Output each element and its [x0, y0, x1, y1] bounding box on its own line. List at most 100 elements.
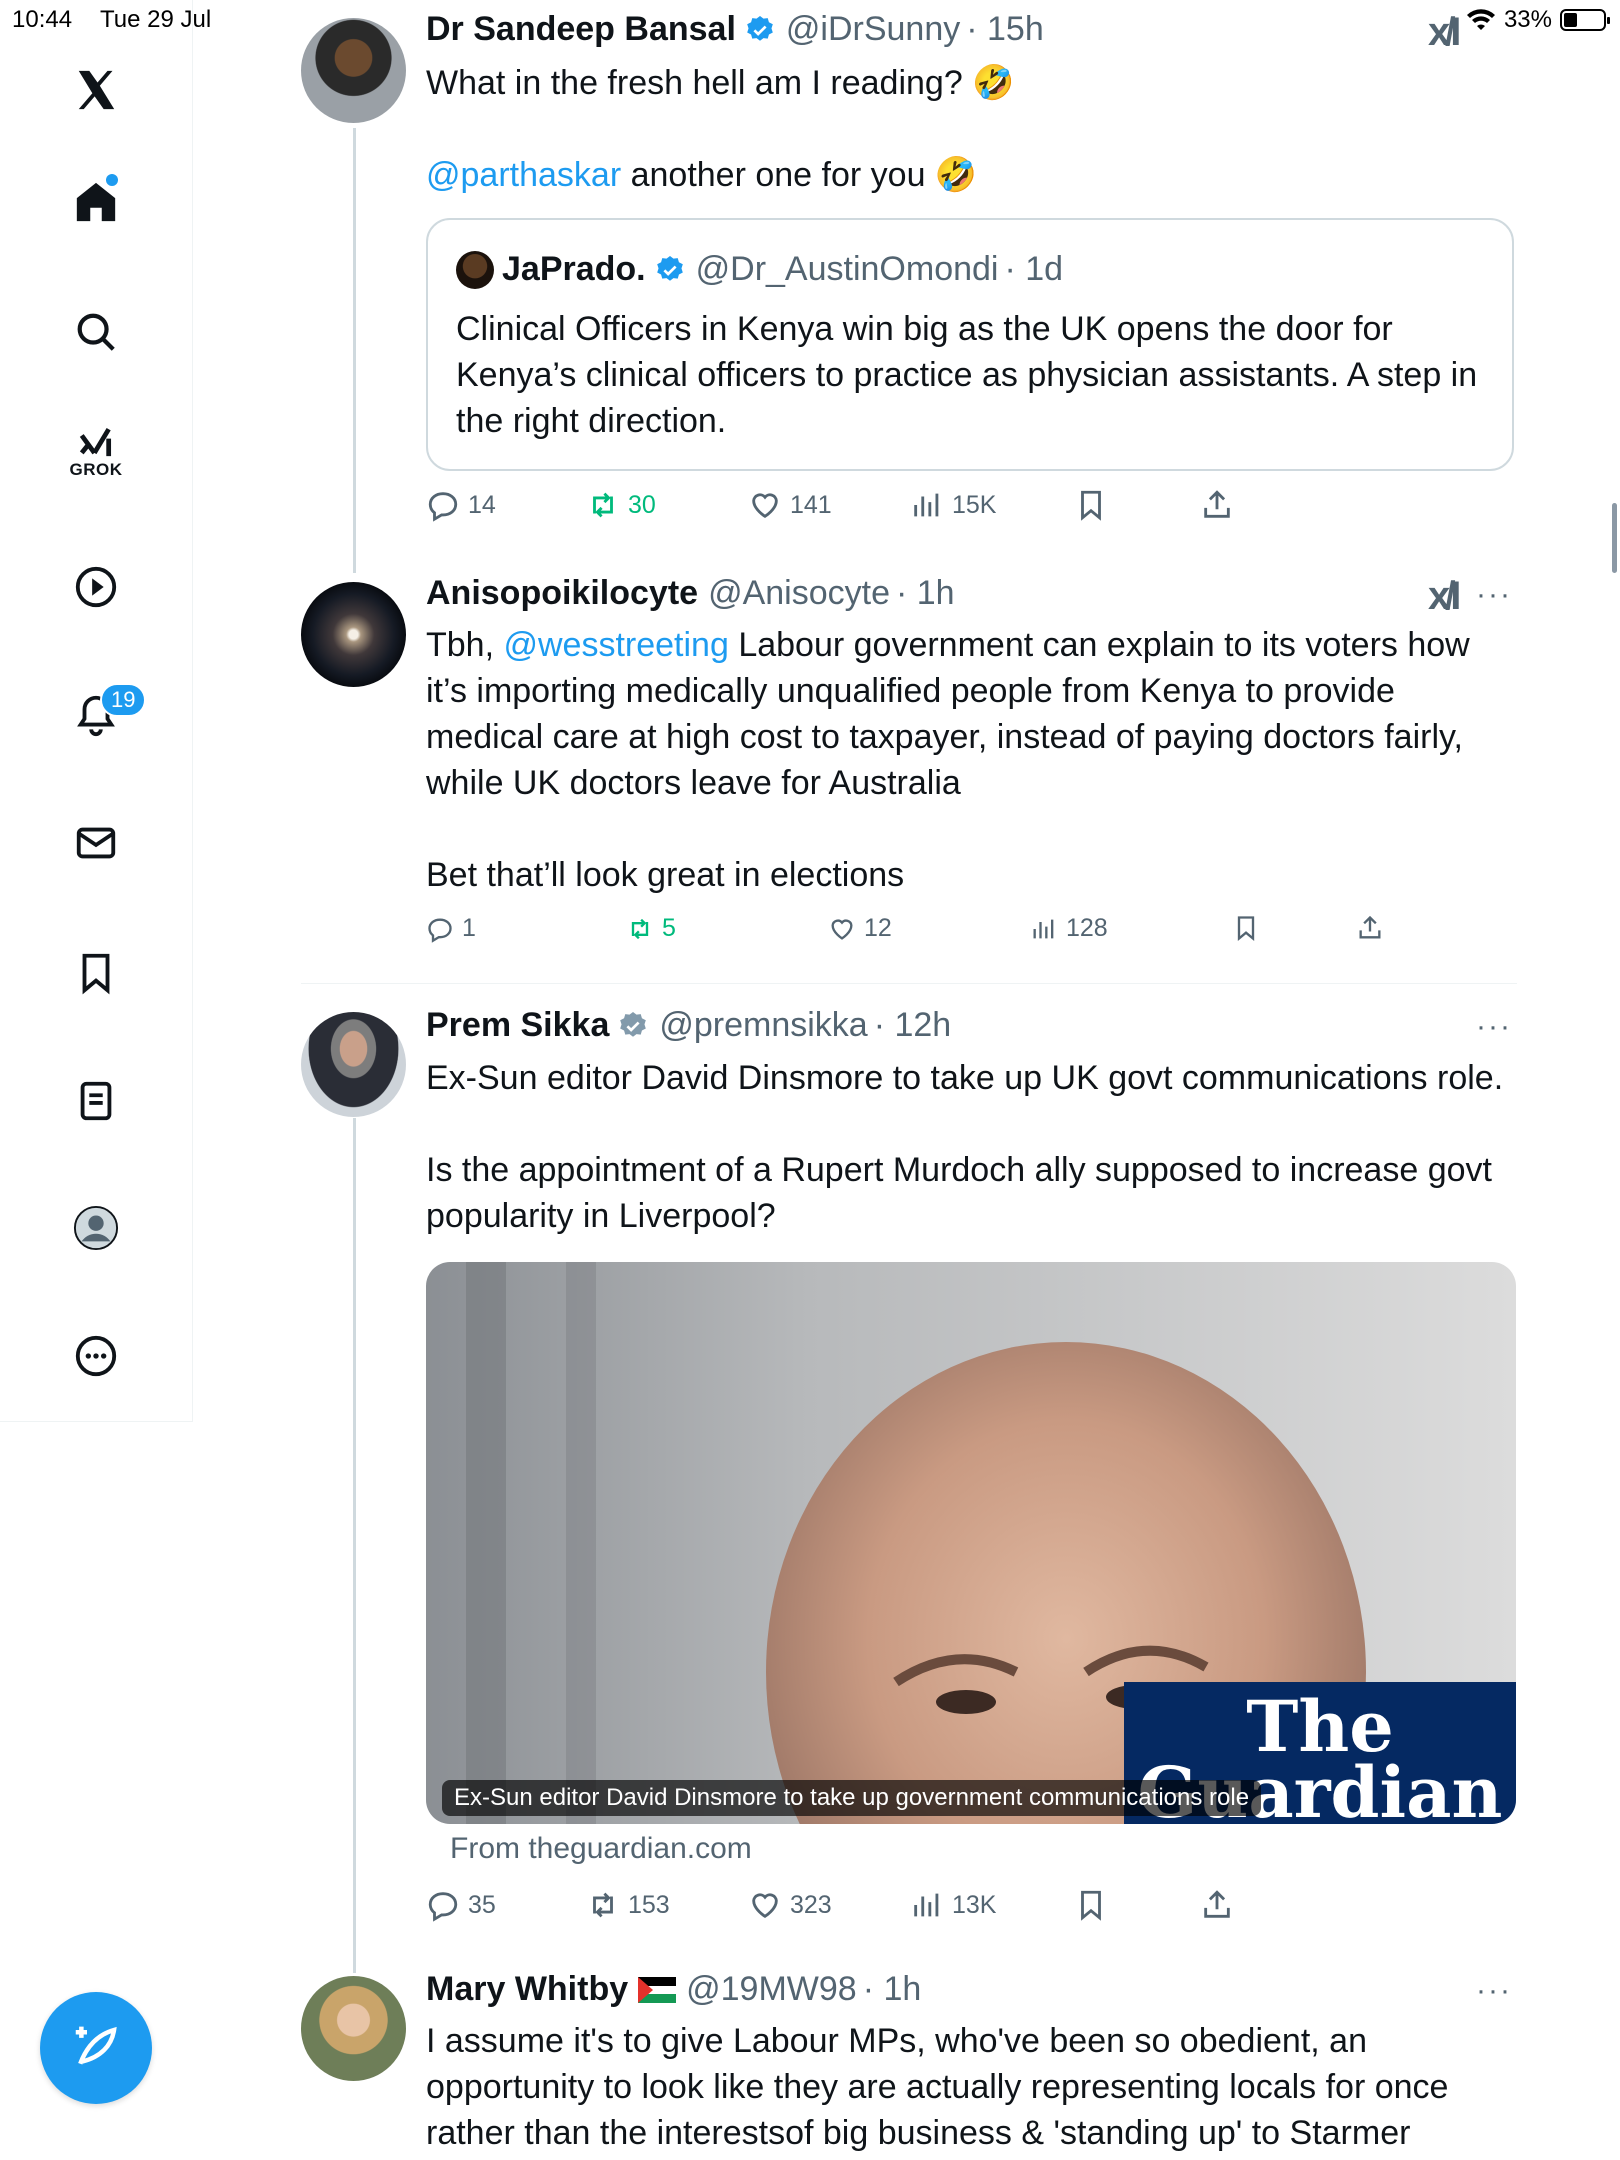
retweet-icon — [593, 1892, 613, 1918]
quote-text: Clinical Officers in Kenya win big as th… — [456, 310, 1478, 440]
reply-button[interactable]: 14 — [426, 488, 496, 522]
bookmark-button[interactable] — [1074, 488, 1108, 522]
wifi-icon — [1466, 9, 1495, 31]
mention-link[interactable]: @parthaskar — [426, 156, 621, 194]
avatar[interactable] — [301, 1012, 406, 1117]
tweet-text-tail: another one for you 🤣 — [621, 156, 978, 194]
compose-post-button[interactable] — [40, 1992, 152, 2104]
card-caption: Ex-Sun editor David Dinsmore to take up … — [442, 1780, 1262, 1816]
reply-count: 35 — [468, 1890, 496, 1919]
avatar[interactable] — [301, 582, 406, 687]
views-button[interactable]: 13K — [910, 1888, 996, 1922]
reply-button[interactable]: 35 — [426, 1888, 496, 1922]
home-icon[interactable] — [61, 167, 131, 237]
more-menu-button[interactable]: ··· — [1476, 578, 1512, 612]
tweet-text-line: Is the appointment of a Rupert Murdoch a… — [426, 1151, 1492, 1235]
tweet-actions: 14 30 141 15K — [426, 488, 1426, 532]
quote-author-handle: @Dr_AustinOmondi — [695, 250, 999, 288]
author-handle[interactable]: @19MW98 — [686, 1970, 857, 2009]
tweet-actions: 1 5 12 128 — [426, 914, 1426, 958]
author-name[interactable]: Mary Whitby — [426, 1970, 628, 2009]
bookmark-button[interactable] — [1074, 1888, 1108, 1922]
grok-analyze-icon[interactable]: x̸I — [1428, 10, 1461, 55]
thread-line — [353, 1118, 356, 1973]
verified-badge-icon — [747, 15, 773, 41]
like-count: 323 — [790, 1890, 832, 1919]
tweet-header: Prem Sikka @premnsikka · 12h — [426, 1006, 951, 1045]
share-icon — [1204, 1890, 1230, 1918]
retweet-count: 5 — [662, 914, 676, 942]
tweet-header: Mary Whitby @19MW98 · 1h — [426, 1970, 921, 2009]
quote-avatar — [456, 250, 494, 289]
flag-icon — [638, 1976, 677, 2003]
retweet-icon — [593, 492, 613, 518]
bookmark-icon — [1081, 1890, 1101, 1921]
x-logo-icon[interactable] — [61, 55, 131, 125]
tweet-text: I assume it's to give Labour MPs, who've… — [426, 2018, 1516, 2156]
link-card[interactable]: The Guardian Ex-Sun editor David Dinsmor… — [426, 1262, 1516, 1824]
share-icon — [1359, 915, 1381, 939]
share-button[interactable] — [1200, 488, 1234, 522]
reply-icon — [428, 917, 452, 943]
views-button[interactable]: 15K — [910, 488, 996, 522]
reply-icon — [428, 1892, 458, 1922]
author-name[interactable]: Anisopoikilocyte — [426, 574, 698, 613]
more-menu-button[interactable]: ··· — [1476, 1010, 1512, 1044]
share-icon — [1204, 490, 1230, 518]
reply-button[interactable]: 1 — [426, 914, 476, 943]
retweet-button[interactable]: 153 — [586, 1888, 670, 1922]
share-button[interactable] — [1200, 1888, 1234, 1922]
grok-label: GROK — [69, 460, 123, 479]
scrollbar[interactable] — [1612, 503, 1617, 573]
more-options-icon[interactable] — [61, 1321, 131, 1391]
bookmark-button[interactable] — [1232, 914, 1260, 942]
author-handle[interactable]: @iDrSunny — [786, 10, 960, 49]
author-handle[interactable]: @Anisocyte — [708, 574, 890, 613]
author-name[interactable]: Dr Sandeep Bansal — [426, 10, 736, 49]
grok-icon[interactable]: GROK — [61, 418, 131, 488]
avatar[interactable] — [301, 18, 406, 123]
heart-icon — [752, 1893, 778, 1919]
lists-icon[interactable] — [61, 1066, 131, 1136]
status-right: 33% — [1466, 6, 1610, 34]
tweet-text: Ex-Sun editor David Dinsmore to take up … — [426, 1055, 1516, 1239]
bookmark-icon — [1081, 490, 1101, 521]
card-source[interactable]: From theguardian.com — [450, 1832, 752, 1866]
reply-count: 14 — [468, 490, 496, 519]
like-button[interactable]: 141 — [748, 488, 832, 522]
tweet-text: What in the fresh hell am I reading? 🤣 @… — [426, 60, 1516, 198]
verified-badge-icon — [656, 255, 683, 281]
like-button[interactable]: 12 — [828, 914, 892, 943]
heart-icon — [831, 918, 853, 940]
home-unread-dot — [106, 174, 118, 186]
retweet-count: 30 — [628, 490, 656, 519]
messages-envelope-icon[interactable] — [61, 808, 131, 878]
bookmarks-icon[interactable] — [61, 938, 131, 1008]
sidebar: GROK 19 — [0, 0, 193, 1422]
avatar[interactable] — [301, 1976, 406, 2081]
tweet-text-line: What in the fresh hell am I reading? 🤣 — [426, 64, 1015, 102]
mention-link[interactable]: @wesstreeting — [503, 626, 728, 664]
tweet-text-line: I assume it's to give Labour MPs, who've… — [426, 2022, 1449, 2152]
tweet-header: Dr Sandeep Bansal @iDrSunny · 15h — [426, 10, 1044, 49]
notifications-badge: 19 — [100, 683, 147, 717]
retweet-button[interactable]: 5 — [626, 914, 676, 943]
tweet-header: Anisopoikilocyte @Anisocyte · 1h — [426, 574, 955, 613]
author-name[interactable]: Prem Sikka — [426, 1006, 609, 1045]
thread-line — [353, 128, 356, 573]
retweet-count: 153 — [628, 1890, 670, 1919]
views-button[interactable]: 128 — [1030, 914, 1108, 943]
like-button[interactable]: 323 — [748, 1888, 832, 1922]
quoted-tweet[interactable]: JaPrado. @Dr_AustinOmondi · 1d Clinical … — [426, 218, 1514, 471]
views-count: 128 — [1066, 914, 1108, 942]
author-handle[interactable]: @premnsikka — [659, 1006, 867, 1045]
grok-analyze-icon[interactable]: x̸I — [1428, 574, 1461, 619]
search-icon[interactable] — [61, 297, 131, 367]
video-play-icon[interactable] — [61, 552, 131, 622]
profile-avatar-icon[interactable] — [61, 1193, 131, 1263]
tweet-text-line: Ex-Sun editor David Dinsmore to take up … — [426, 1059, 1504, 1097]
share-button[interactable] — [1356, 914, 1384, 942]
battery-icon — [1560, 9, 1610, 31]
more-menu-button[interactable]: ··· — [1476, 1974, 1512, 2008]
retweet-button[interactable]: 30 — [586, 488, 656, 522]
